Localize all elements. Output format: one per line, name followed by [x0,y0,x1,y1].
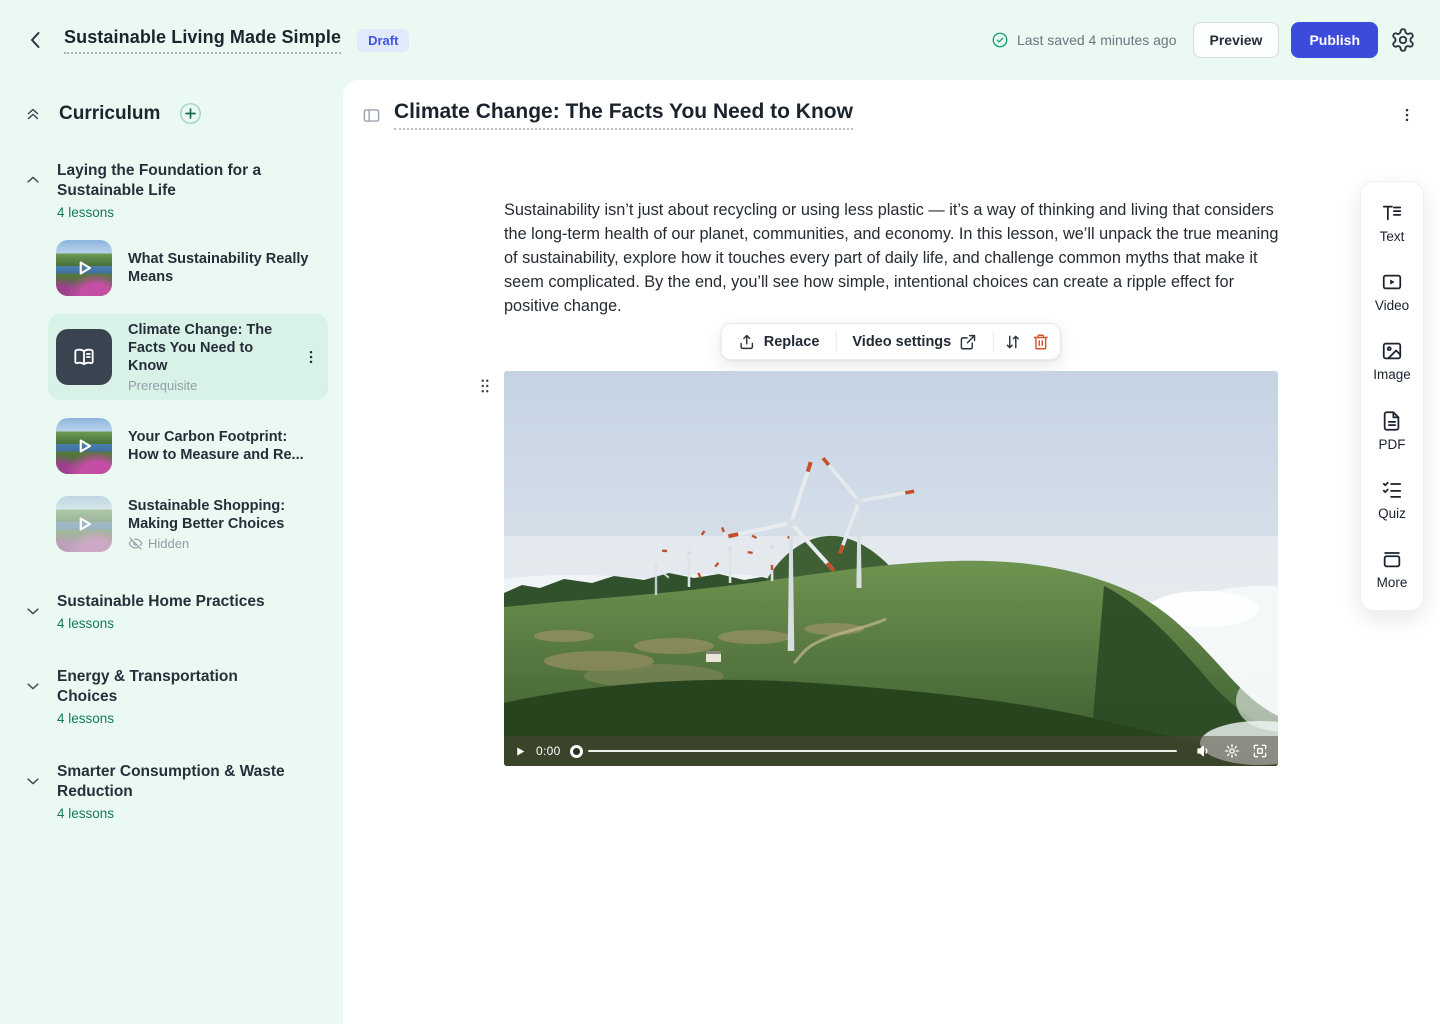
open-book-icon [71,344,97,370]
section-header[interactable]: Sustainable Home Practices 4 lessons [57,592,265,631]
lesson-video-thumbnail [56,240,112,296]
lesson-meta: Prerequisite [128,378,286,393]
insert-pdf-button[interactable]: PDF [1379,410,1406,452]
lesson-reading-thumbnail [56,329,112,385]
lesson-item-hidden[interactable]: Sustainable Shopping: Making Better Choi… [48,492,328,556]
curriculum-section: Laying the Foundation for a Sustainable … [24,161,327,556]
upload-icon [738,333,756,351]
lesson-page-title[interactable]: Climate Change: The Facts You Need to Kn… [394,100,853,130]
collapse-all-icon[interactable] [24,105,42,123]
image-icon [1381,340,1403,362]
curriculum-sidebar: Curriculum Laying the Foundation for a S… [0,80,343,1024]
section-title: Sustainable Home Practices [57,592,265,612]
curriculum-section: Energy & Transportation Choices 4 lesson… [24,667,327,726]
pdf-document-icon [1381,410,1403,432]
last-saved-status: Last saved 4 minutes ago [991,31,1177,49]
section-title: Laying the Foundation for a Sustainable … [57,161,297,201]
trash-icon [1032,333,1050,351]
section-header[interactable]: Energy & Transportation Choices 4 lesson… [57,667,297,726]
scrubber-handle[interactable] [570,745,583,758]
lesson-item[interactable]: What Sustainability Really Means [48,236,328,300]
play-button[interactable] [514,745,527,758]
section-header[interactable]: Smarter Consumption & Waste Reduction 4 … [57,762,297,821]
toggle-sidebar-icon[interactable] [362,106,381,125]
reorder-block-button[interactable] [1004,333,1022,351]
progress-bar[interactable] [588,750,1177,752]
section-title: Smarter Consumption & Waste Reduction [57,762,297,802]
eye-off-icon [128,536,143,551]
settings-gear-button[interactable] [1390,27,1416,53]
replace-video-button[interactable]: Replace [732,333,826,351]
lesson-item[interactable]: Your Carbon Footprint: How to Measure an… [48,414,328,478]
topbar: Sustainable Living Made Simple Draft Las… [0,0,1440,80]
fullscreen-icon[interactable] [1252,743,1268,759]
insert-block-toolbar: Text Video Image PDF Quiz More [1360,181,1424,611]
lesson-meta: Hidden [128,536,320,551]
content-panel: Climate Change: The Facts You Need to Kn… [343,80,1440,1024]
lesson-video-thumbnail [56,418,112,474]
text-icon [1381,202,1403,224]
play-icon [56,418,112,474]
video-settings-button[interactable]: Video settings [846,333,983,351]
chevron-down-icon[interactable] [24,772,42,790]
video-player[interactable]: 0:00 [504,371,1278,766]
back-button[interactable] [24,28,48,52]
check-circle-icon [991,31,1009,49]
video-settings-gear-icon[interactable] [1224,743,1240,759]
drag-handle[interactable] [476,375,494,397]
insert-quiz-button[interactable]: Quiz [1378,479,1406,521]
section-lesson-count: 4 lessons [57,616,265,631]
volume-icon[interactable] [1196,743,1212,759]
more-drawer-icon [1381,548,1403,570]
external-link-icon [959,333,977,351]
section-lesson-count: 4 lessons [57,711,297,726]
lesson-title: What Sustainability Really Means [128,250,320,286]
delete-block-button[interactable] [1032,333,1050,351]
chevron-down-icon[interactable] [24,677,42,695]
lesson-title: Climate Change: The Facts You Need to Kn… [128,321,286,375]
lesson-video-thumbnail [56,496,112,552]
video-block-toolbar: Replace Video settings [721,323,1061,360]
lesson-title: Sustainable Shopping: Making Better Choi… [128,497,320,533]
curriculum-section: Smarter Consumption & Waste Reduction 4 … [24,762,327,821]
up-down-arrows-icon [1004,333,1022,351]
section-header[interactable]: Laying the Foundation for a Sustainable … [57,161,297,220]
insert-more-button[interactable]: More [1377,548,1408,590]
section-lesson-count: 4 lessons [57,806,297,821]
curriculum-title: Curriculum [59,103,160,125]
add-section-button[interactable] [179,102,202,125]
insert-image-button[interactable]: Image [1373,340,1411,382]
lesson-options-kebab[interactable] [1398,106,1416,124]
section-title: Energy & Transportation Choices [57,667,297,707]
last-saved-text: Last saved 4 minutes ago [1017,32,1177,48]
lesson-item-selected[interactable]: Climate Change: The Facts You Need to Kn… [48,314,328,400]
toolbar-divider [993,332,994,352]
play-icon [56,496,112,552]
publish-button[interactable]: Publish [1291,22,1378,58]
video-still-wind-turbines [504,371,1278,766]
section-lesson-count: 4 lessons [57,205,297,220]
preview-button[interactable]: Preview [1193,22,1280,58]
chevron-up-icon[interactable] [24,171,42,189]
status-badge: Draft [357,29,409,52]
chevron-down-icon[interactable] [24,602,42,620]
video-time: 0:00 [536,744,561,758]
video-controls: 0:00 [504,736,1278,766]
lesson-title: Your Carbon Footprint: How to Measure an… [128,428,320,464]
lesson-paragraph[interactable]: Sustainability isn’t just about recyclin… [504,198,1286,318]
quiz-checklist-icon [1381,479,1403,501]
play-icon [56,240,112,296]
insert-text-button[interactable]: Text [1380,202,1405,244]
curriculum-section: Sustainable Home Practices 4 lessons [24,592,327,631]
course-title[interactable]: Sustainable Living Made Simple [64,27,341,54]
video-icon [1381,271,1403,293]
lesson-kebab-menu[interactable] [302,348,320,366]
insert-video-button[interactable]: Video [1375,271,1409,313]
toolbar-divider [835,332,836,352]
